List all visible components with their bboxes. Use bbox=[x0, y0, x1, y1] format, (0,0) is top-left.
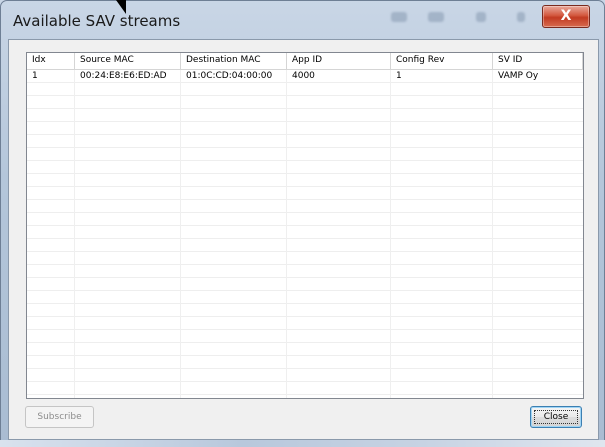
cell-destination-mac: 01:0C:CD:04:00:00 bbox=[186, 71, 273, 81]
column-header-idx[interactable]: Idx bbox=[27, 53, 75, 69]
blurred-toolbar-icon bbox=[391, 12, 407, 22]
cell-source-mac: 00:24:E8:E6:ED:AD bbox=[80, 71, 167, 81]
close-button-label: Close bbox=[543, 412, 569, 422]
column-header-config-rev[interactable]: Config Rev bbox=[391, 53, 493, 69]
subscribe-button[interactable]: Subscribe bbox=[25, 406, 94, 428]
list-header: Idx Source MAC Destination MAC App ID Co… bbox=[27, 53, 583, 70]
close-icon: X bbox=[560, 8, 572, 24]
blurred-toolbar-icon bbox=[428, 12, 444, 22]
streams-list-view[interactable]: Idx Source MAC Destination MAC App ID Co… bbox=[26, 52, 584, 399]
cell-config-rev: 1 bbox=[396, 71, 402, 81]
cell-app-id: 4000 bbox=[292, 71, 315, 81]
list-body: 1 00:24:E8:E6:ED:AD 01:0C:CD:04:00:00 40… bbox=[27, 70, 583, 398]
window-bottom-edge bbox=[0, 440, 605, 447]
window-close-button[interactable]: X bbox=[542, 5, 590, 28]
close-button[interactable]: Close bbox=[530, 406, 582, 428]
column-header-app-id[interactable]: App ID bbox=[287, 53, 391, 69]
column-header-sv-id[interactable]: SV ID bbox=[493, 53, 583, 69]
dialog-window: Available SAV streams X Idx Source MAC D… bbox=[0, 0, 605, 447]
title-bar[interactable]: Available SAV streams X bbox=[0, 0, 605, 40]
column-header-source-mac[interactable]: Source MAC bbox=[75, 53, 181, 69]
blurred-toolbar-icon bbox=[476, 12, 486, 22]
cell-idx: 1 bbox=[32, 71, 38, 81]
dialog-client-area: Idx Source MAC Destination MAC App ID Co… bbox=[8, 39, 599, 440]
grid-lines bbox=[27, 70, 583, 398]
blurred-toolbar-icon bbox=[517, 12, 525, 22]
window-title: Available SAV streams bbox=[13, 12, 181, 30]
cell-sv-id: VAMP Oy bbox=[498, 71, 539, 81]
column-header-destination-mac[interactable]: Destination MAC bbox=[181, 53, 287, 69]
subscribe-button-label: Subscribe bbox=[37, 412, 82, 422]
table-row[interactable]: 1 00:24:E8:E6:ED:AD 01:0C:CD:04:00:00 40… bbox=[27, 70, 583, 83]
